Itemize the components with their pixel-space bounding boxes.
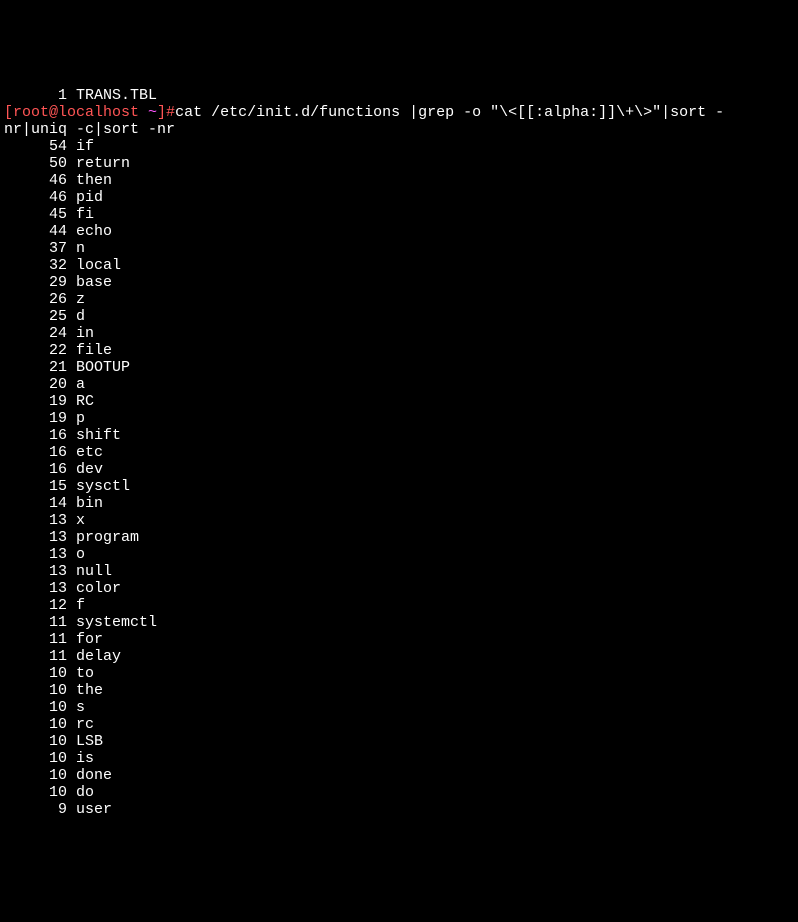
result-line: 15 sysctl (4, 478, 794, 495)
result-line: 16 etc (4, 444, 794, 461)
result-line: 14 bin (4, 495, 794, 512)
result-line: 11 systemctl (4, 614, 794, 631)
result-line: 10 the (4, 682, 794, 699)
result-line: 50 return (4, 155, 794, 172)
result-line: 10 rc (4, 716, 794, 733)
results-list: 54 if 50 return 46 then 46 pid 45 fi 44 … (4, 138, 794, 818)
result-line: 37 n (4, 240, 794, 257)
prompt-end: ]# (157, 104, 175, 121)
result-line: 10 s (4, 699, 794, 716)
result-line: 12 f (4, 597, 794, 614)
result-line: 16 dev (4, 461, 794, 478)
result-line: 46 pid (4, 189, 794, 206)
result-line: 32 local (4, 257, 794, 274)
result-line: 19 RC (4, 393, 794, 410)
result-line: 10 done (4, 767, 794, 784)
result-line: 11 for (4, 631, 794, 648)
previous-output-line: 1 TRANS.TBL (4, 87, 794, 104)
prompt-user-host: [root@localhost (4, 104, 148, 121)
terminal-output[interactable]: 1 TRANS.TBL[root@localhost ~]#cat /etc/i… (0, 68, 798, 837)
result-line: 10 do (4, 784, 794, 801)
result-line: 13 o (4, 546, 794, 563)
command-continuation: nr|uniq -c|sort -nr (4, 121, 794, 138)
result-line: 10 LSB (4, 733, 794, 750)
result-line: 19 p (4, 410, 794, 427)
result-line: 10 is (4, 750, 794, 767)
result-line: 13 color (4, 580, 794, 597)
result-line: 26 z (4, 291, 794, 308)
result-line: 13 null (4, 563, 794, 580)
result-line: 16 shift (4, 427, 794, 444)
result-line: 29 base (4, 274, 794, 291)
command-line: [root@localhost ~]#cat /etc/init.d/funct… (4, 104, 794, 121)
result-line: 24 in (4, 325, 794, 342)
result-line: 54 if (4, 138, 794, 155)
result-line: 46 then (4, 172, 794, 189)
result-line: 13 x (4, 512, 794, 529)
result-line: 21 BOOTUP (4, 359, 794, 376)
result-line: 22 file (4, 342, 794, 359)
command-text-1: cat /etc/init.d/functions |grep -o "\<[[… (175, 104, 724, 121)
result-line: 13 program (4, 529, 794, 546)
prompt-tilde: ~ (148, 104, 157, 121)
result-line: 20 a (4, 376, 794, 393)
result-line: 11 delay (4, 648, 794, 665)
result-line: 9 user (4, 801, 794, 818)
result-line: 10 to (4, 665, 794, 682)
result-line: 25 d (4, 308, 794, 325)
result-line: 44 echo (4, 223, 794, 240)
result-line: 45 fi (4, 206, 794, 223)
